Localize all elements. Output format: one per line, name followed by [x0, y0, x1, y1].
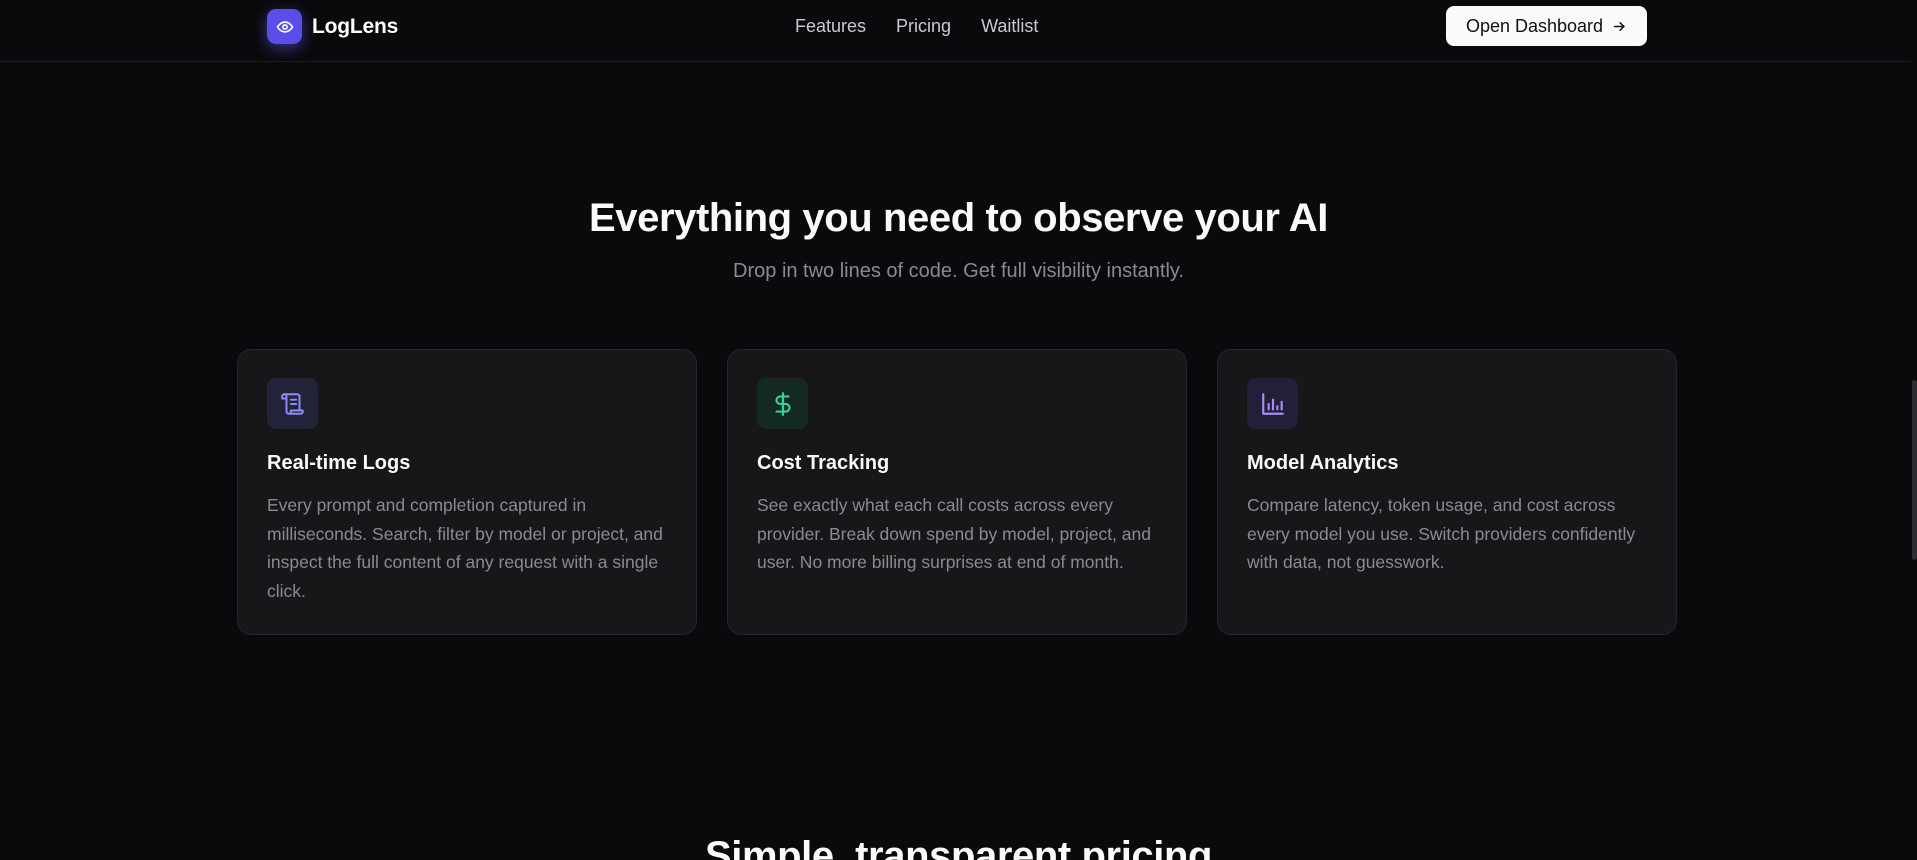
feature-card-model-analytics: Model Analytics Compare latency, token u… [1217, 349, 1677, 635]
nav-link-pricing[interactable]: Pricing [896, 16, 951, 37]
scroll-icon [267, 378, 318, 429]
eye-icon [267, 9, 302, 44]
card-title: Cost Tracking [757, 452, 890, 474]
landing-page: LogLens Features Pricing Waitlist Open D… [0, 0, 1917, 860]
brand-name: LogLens [312, 14, 399, 38]
features-title: Everything you need to observe your AI [588, 196, 1329, 240]
card-title: Real-time Logs [267, 452, 411, 474]
pricing-title: Simple, transparent pricing [704, 834, 1213, 860]
features-subtitle: Drop in two lines of code. Get full visi… [733, 260, 1184, 282]
nav-link-features[interactable]: Features [795, 16, 866, 37]
brand[interactable]: LogLens [267, 9, 398, 44]
arrow-right-icon [1613, 21, 1625, 31]
open-dashboard-label: Open Dashboard [1465, 15, 1604, 36]
nav-links: Features Pricing Waitlist [795, 16, 1038, 37]
scrollbar-thumb[interactable] [1912, 380, 1917, 560]
card-description: Every prompt and completion captured in … [267, 495, 663, 602]
feature-card-real-time-logs: Real-time Logs Every prompt and completi… [237, 349, 697, 635]
card-description: Compare latency, token usage, and cost a… [1247, 495, 1636, 573]
card-title: Model Analytics [1247, 452, 1399, 474]
scrollbar[interactable] [1911, 0, 1917, 860]
dollar-icon [757, 378, 808, 429]
nav-link-waitlist[interactable]: Waitlist [981, 16, 1038, 37]
bar-chart-icon [1247, 378, 1298, 429]
top-navbar: LogLens Features Pricing Waitlist Open D… [0, 0, 1917, 62]
card-description: See exactly what each call costs across … [757, 495, 1151, 573]
feature-card-cost-tracking: Cost Tracking See exactly what each call… [727, 349, 1187, 635]
open-dashboard-button[interactable]: Open Dashboard [1446, 6, 1647, 46]
